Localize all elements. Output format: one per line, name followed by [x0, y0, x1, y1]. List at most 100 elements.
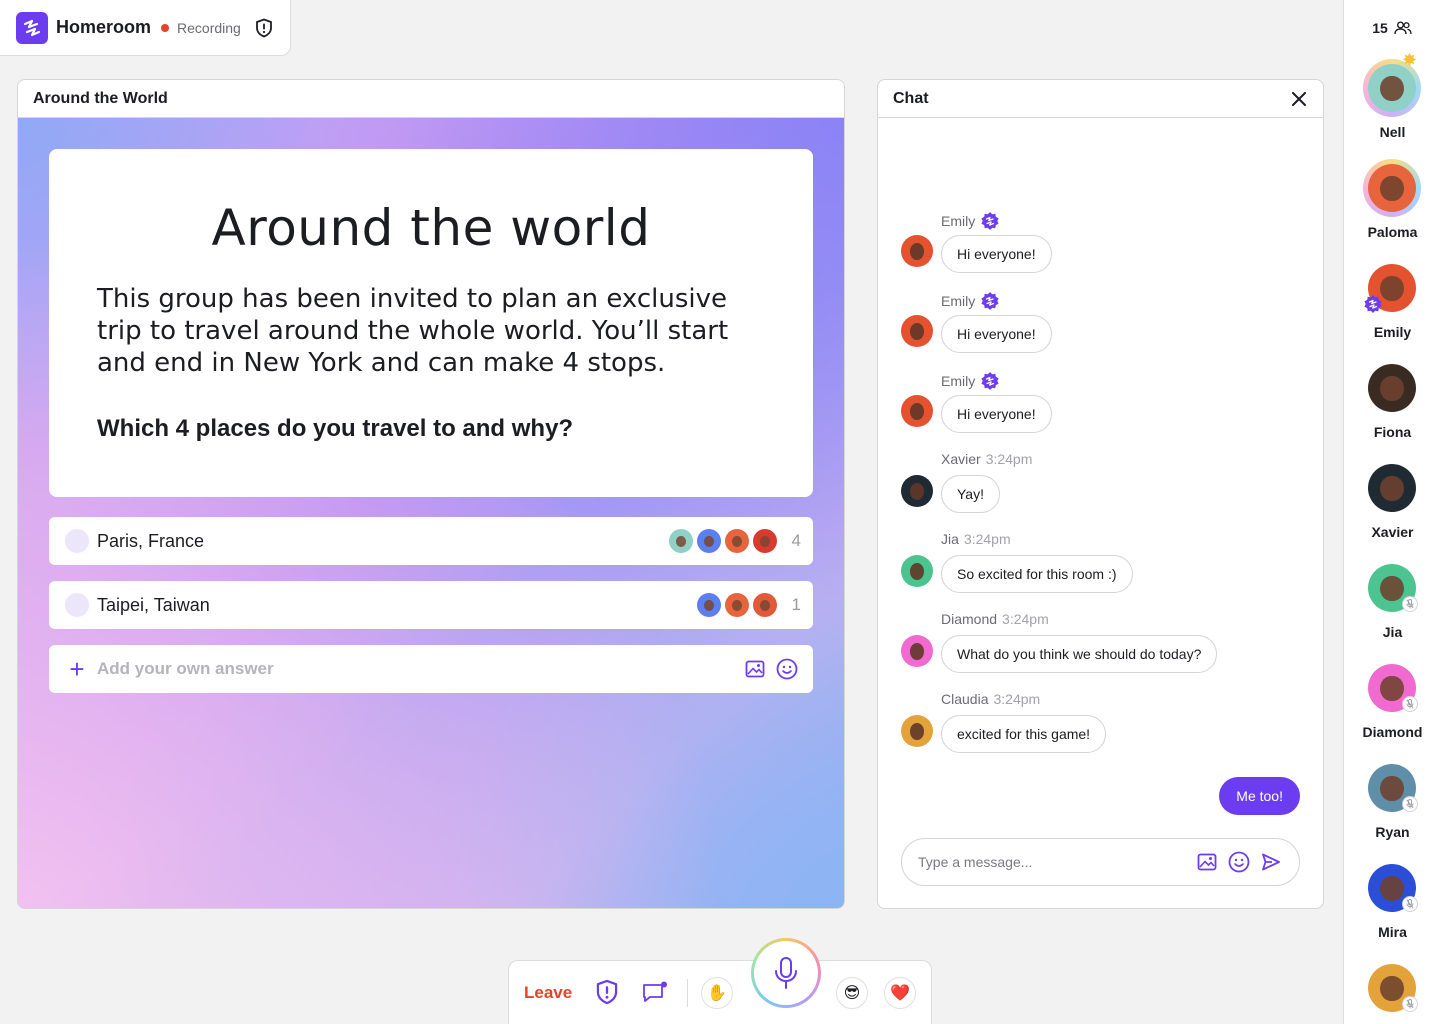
participant-name: Mira: [1378, 924, 1407, 940]
participant-tile[interactable]: Ryan: [1344, 764, 1440, 864]
send-icon[interactable]: [1257, 848, 1285, 876]
message-author: Xavier: [941, 451, 981, 467]
message-author: Emily: [941, 373, 976, 389]
prompt-text: This group has been invited to plan an e…: [97, 284, 729, 378]
participant-name: Emily: [1373, 324, 1412, 340]
leave-button[interactable]: Leave: [524, 983, 572, 1003]
participant-tile[interactable]: Fiona: [1344, 364, 1440, 464]
avatar[interactable]: [901, 475, 933, 507]
call-toolbar: Leave ✋ 😎 ❤️: [508, 938, 932, 1024]
cool-reaction-button[interactable]: 😎: [836, 977, 868, 1009]
microphone-button[interactable]: [751, 938, 821, 1008]
avatar[interactable]: [901, 555, 933, 587]
participant-tile[interactable]: Xavier: [1344, 464, 1440, 564]
participants-sidebar: 15 ✸ Nell Paloma Emily Fiona Xavier Jia Diamond…: [1343, 0, 1440, 1024]
room-header: Homeroom Recording: [0, 0, 291, 56]
avatar[interactable]: [901, 395, 933, 427]
safety-shield-icon[interactable]: [255, 18, 273, 38]
participant-name: Nell: [1379, 124, 1406, 140]
message-bubble: Hi everyone!: [941, 235, 1052, 273]
message-meta: Emily: [941, 371, 1000, 391]
muted-mic-icon: [1402, 596, 1418, 612]
voter-avatar: [725, 593, 749, 617]
chat-panel: Chat Emily Hi everyone! Emily Hi everyone! E…: [877, 79, 1324, 909]
answer-radio[interactable]: [65, 529, 89, 553]
voter-avatars: [697, 593, 777, 617]
answer-label: Taipei, Taiwan: [97, 594, 210, 615]
message-meta: Emily: [941, 291, 1000, 311]
message-bubble: What do you think we should do today?: [941, 635, 1218, 673]
raise-hand-button[interactable]: ✋: [701, 977, 733, 1009]
prompt-card: Around the world This group has been inv…: [49, 149, 813, 497]
message-bubble: Yay!: [941, 475, 1000, 513]
message-bubble: excited for this game!: [941, 715, 1107, 753]
emoji-icon[interactable]: [1225, 848, 1253, 876]
muted-mic-icon: [1402, 996, 1418, 1012]
avatar[interactable]: [901, 315, 933, 347]
avatar[interactable]: [901, 235, 933, 267]
avatar[interactable]: [901, 715, 933, 747]
participant-count-value: 15: [1372, 20, 1388, 36]
message-meta: Emily: [941, 211, 1000, 231]
emoji-icon[interactable]: [773, 655, 801, 683]
participant-tile[interactable]: Paloma: [1344, 159, 1440, 264]
chat-message-input[interactable]: [918, 854, 1189, 870]
chat-title: Chat: [893, 89, 929, 107]
answer-radio[interactable]: [65, 593, 89, 617]
muted-mic-icon: [1402, 696, 1418, 712]
heart-reaction-button[interactable]: ❤️: [884, 977, 916, 1009]
safety-shield-icon[interactable]: [593, 978, 621, 1006]
host-badge-icon: [1363, 294, 1383, 319]
participant-tile[interactable]: Claudia: [1344, 964, 1440, 1024]
participant-tile[interactable]: Diamond: [1344, 664, 1440, 764]
participant-name: Ryan: [1375, 824, 1410, 840]
answer-option[interactable]: Paris, France 4: [49, 517, 813, 565]
homeroom-logo-icon[interactable]: [16, 11, 48, 44]
avatar[interactable]: [1368, 364, 1416, 412]
chat-header: Chat: [878, 80, 1323, 118]
message-meta: Claudia 3:24pm: [941, 691, 1040, 707]
participant-tile[interactable]: Mira: [1344, 864, 1440, 964]
prompt-question: Which 4 places do you travel to and why?: [97, 415, 574, 442]
toolbar-divider: [687, 979, 688, 1007]
plus-icon[interactable]: +: [65, 656, 89, 682]
avatar[interactable]: [1368, 64, 1416, 112]
message-bubble: Hi everyone!: [941, 395, 1052, 433]
muted-mic-icon: [1402, 796, 1418, 812]
message-author: Emily: [941, 213, 976, 229]
participant-name: Xavier: [1371, 524, 1414, 540]
participant-count[interactable]: 15: [1344, 20, 1440, 36]
message-author: Claudia: [941, 691, 989, 707]
message-bubble: So excited for this room :): [941, 555, 1133, 593]
prompt-title: Around the world: [211, 199, 651, 257]
microphone-icon: [775, 957, 797, 989]
answer-label: Paris, France: [97, 530, 205, 551]
chat-input-bar[interactable]: [901, 838, 1300, 886]
participant-name: Jia: [1382, 624, 1403, 640]
add-answer-field[interactable]: + Add your own answer: [49, 645, 813, 693]
muted-mic-icon: [1402, 896, 1418, 912]
participant-name: Paloma: [1367, 224, 1418, 240]
message-time: 3:24pm: [963, 531, 1011, 547]
image-icon[interactable]: [1193, 848, 1221, 876]
star-icon: ✸: [1402, 50, 1418, 70]
activity-board: Around the world This group has been inv…: [18, 118, 844, 908]
voter-avatar: [725, 529, 749, 553]
participant-name: Diamond: [1362, 724, 1423, 740]
close-icon[interactable]: [1289, 89, 1309, 109]
recording-label: Recording: [177, 19, 241, 36]
avatar[interactable]: [1368, 164, 1416, 212]
chat-toggle-icon[interactable]: [641, 978, 669, 1006]
participant-tile[interactable]: ✸ Nell: [1344, 50, 1440, 164]
vote-count: 4: [791, 531, 801, 550]
message-meta: Diamond 3:24pm: [941, 611, 1049, 627]
message-author: Jia: [941, 531, 959, 547]
participant-tile[interactable]: Emily: [1344, 264, 1440, 364]
add-answer-placeholder[interactable]: Add your own answer: [97, 659, 737, 679]
answer-option[interactable]: Taipei, Taiwan 1: [49, 581, 813, 629]
avatar[interactable]: [1368, 464, 1416, 512]
image-icon[interactable]: [741, 655, 769, 683]
avatar[interactable]: [901, 635, 933, 667]
message-meta: Xavier 3:24pm: [941, 451, 1032, 467]
participant-tile[interactable]: Jia: [1344, 564, 1440, 664]
